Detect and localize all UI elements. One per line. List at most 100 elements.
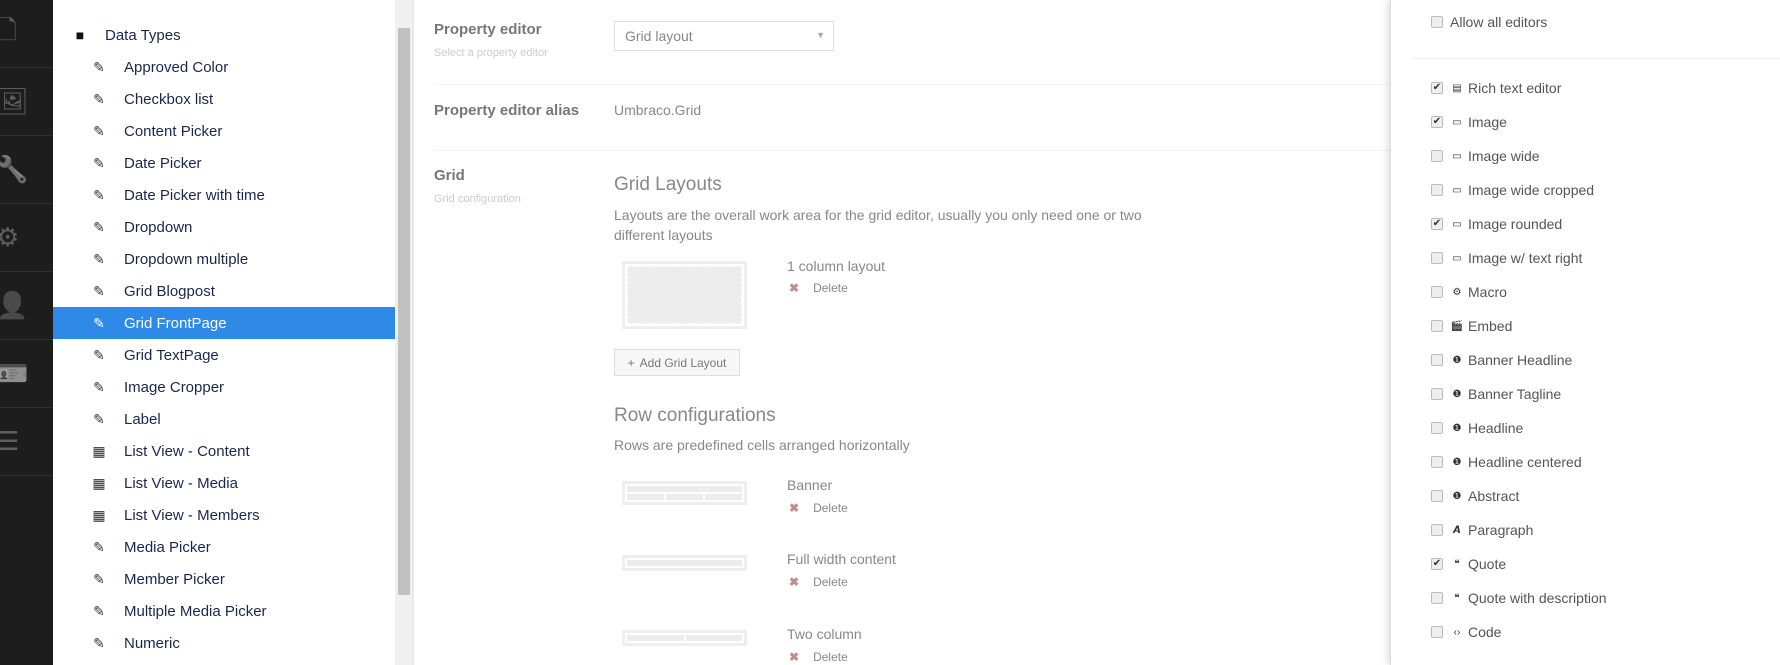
- checkbox[interactable]: [1431, 422, 1443, 434]
- section-image[interactable]: 🖼: [0, 68, 53, 136]
- editor-option[interactable]: ✔ ▭ Image: [1431, 114, 1507, 130]
- tree-item[interactable]: ✎ Date Picker with time: [53, 179, 395, 211]
- close-icon: ✖: [789, 575, 800, 589]
- checkbox[interactable]: [1431, 320, 1443, 332]
- tree-item[interactable]: ✎ Image Cropper: [53, 371, 395, 403]
- tree-item[interactable]: ✎ Date Picker: [53, 147, 395, 179]
- layout-thumbnail[interactable]: [622, 261, 747, 329]
- picture-icon: ▭: [1452, 218, 1462, 230]
- tree-item[interactable]: ✎ Multiple Media Picker: [53, 595, 395, 627]
- checkbox[interactable]: [1431, 592, 1443, 604]
- delete-layout-button[interactable]: ✖ Delete: [789, 281, 848, 295]
- editor-option[interactable]: ❶ Banner Tagline: [1431, 386, 1561, 402]
- row-thumbnail[interactable]: [622, 481, 747, 505]
- row-thumbnail[interactable]: [622, 555, 747, 571]
- tree-item[interactable]: ✎ Label: [53, 403, 395, 435]
- row-configurations-description: Rows are predefined cells arranged horiz…: [614, 437, 910, 453]
- section-gear[interactable]: ⚙: [0, 204, 53, 272]
- tree-item[interactable]: ▦ List View - Content: [53, 435, 395, 467]
- delete-row-button[interactable]: ✖ Delete: [789, 575, 848, 589]
- add-grid-layout-button[interactable]: + Add Grid Layout: [614, 349, 740, 376]
- editor-option[interactable]: ⚙ Macro: [1431, 284, 1507, 300]
- datatype-icon: ✎: [93, 250, 105, 267]
- editor-option[interactable]: ❶ Abstract: [1431, 488, 1519, 504]
- checkbox[interactable]: ✔: [1431, 116, 1443, 128]
- checkbox[interactable]: [1431, 456, 1443, 468]
- editor-option[interactable]: ✔ ▤ Rich text editor: [1431, 80, 1561, 96]
- tree-item-label: Date Picker with time: [124, 186, 265, 204]
- section-wrench[interactable]: 🔧: [0, 136, 53, 204]
- editor-option[interactable]: ❶ Headline centered: [1431, 454, 1582, 470]
- checkbox[interactable]: [1431, 388, 1443, 400]
- tree-item[interactable]: ▦ List View - Members: [53, 499, 395, 531]
- allow-all-editors[interactable]: Allow all editors: [1431, 14, 1547, 30]
- editor-option[interactable]: ▭ Image w/ text right: [1431, 250, 1582, 266]
- section-user[interactable]: 👤: [0, 272, 53, 340]
- row-name[interactable]: Banner: [787, 477, 832, 493]
- tree-item[interactable]: ▦ List View - Media: [53, 467, 395, 499]
- checkbox[interactable]: [1431, 490, 1443, 502]
- delete-label: Delete: [813, 501, 848, 515]
- editor-option[interactable]: 🎬 Embed: [1431, 318, 1512, 334]
- checkbox[interactable]: [1431, 184, 1443, 196]
- editor-label: Banner Tagline: [1468, 386, 1562, 402]
- section-document[interactable]: 🗋: [0, 0, 53, 68]
- checkbox[interactable]: [1431, 524, 1443, 536]
- section-forms[interactable]: ☰: [0, 408, 53, 476]
- tree-root-data-types[interactable]: ■ Data Types: [53, 19, 395, 51]
- editor-option[interactable]: ‹› Code: [1431, 624, 1501, 640]
- editor-option[interactable]: ❶ Headline: [1431, 420, 1523, 436]
- select-value: Grid layout: [625, 28, 693, 44]
- tree-item-label: Checkbox list: [124, 90, 214, 108]
- tree-item-label: Grid TextPage: [124, 346, 219, 364]
- checkbox[interactable]: ✔: [1431, 82, 1443, 94]
- checkbox[interactable]: [1431, 286, 1443, 298]
- editor-option[interactable]: ▭ Image wide cropped: [1431, 182, 1594, 198]
- tree-item[interactable]: ✎ Media Picker: [53, 531, 395, 563]
- tree-scrollbar[interactable]: [395, 0, 412, 665]
- tree-root-label: Data Types: [105, 26, 181, 44]
- property-editor-label: Property editor: [434, 21, 542, 38]
- tree-item[interactable]: ✎ Grid TextPage: [53, 339, 395, 371]
- row-name[interactable]: Full width content: [787, 551, 896, 567]
- editor-option[interactable]: 𝘼 Paragraph: [1431, 522, 1533, 538]
- checkbox[interactable]: [1431, 150, 1443, 162]
- tree-item[interactable]: ✎ Approved Color: [53, 51, 395, 83]
- checkbox[interactable]: ✔: [1431, 218, 1443, 230]
- editor-option[interactable]: ❶ Banner Headline: [1431, 352, 1572, 368]
- tree-item-label: Content Picker: [124, 122, 223, 140]
- tree-item[interactable]: ✎ Checkbox list: [53, 83, 395, 115]
- divider: [434, 84, 1390, 85]
- section-member-card[interactable]: 🪪: [0, 340, 53, 408]
- tree-item[interactable]: ✎ Grid Blogpost: [53, 275, 395, 307]
- property-editor-select[interactable]: Grid layout ▼: [614, 21, 834, 51]
- scrollbar-thumb[interactable]: [398, 28, 410, 595]
- add-grid-layout-label: Add Grid Layout: [639, 355, 727, 370]
- checkbox[interactable]: ✔: [1431, 558, 1443, 570]
- row-name[interactable]: Two column: [787, 626, 862, 642]
- editor-option[interactable]: ✔ ▭ Image rounded: [1431, 216, 1562, 232]
- editor-option[interactable]: ▭ Image wide: [1431, 148, 1540, 164]
- delete-row-button[interactable]: ✖ Delete: [789, 501, 848, 515]
- tree-item[interactable]: ✎ Grid FrontPage: [53, 307, 395, 339]
- grid-layouts-title: Grid Layouts: [614, 174, 722, 195]
- tree-item[interactable]: ✎ Content Picker: [53, 115, 395, 147]
- row-thumbnail[interactable]: [622, 630, 747, 646]
- tree-item[interactable]: ✎ Member Picker: [53, 563, 395, 595]
- tree-item[interactable]: ✎ Dropdown: [53, 211, 395, 243]
- checkbox[interactable]: [1431, 16, 1443, 28]
- datatype-icon: ✎: [93, 90, 105, 107]
- gear-icon: ⚙: [0, 222, 19, 253]
- layout-name[interactable]: 1 column layout: [787, 258, 885, 274]
- tree-item[interactable]: ✎ Dropdown multiple: [53, 243, 395, 275]
- tree-item[interactable]: ✎ Numeric: [53, 627, 395, 659]
- checkbox[interactable]: [1431, 354, 1443, 366]
- editor-option[interactable]: ❝ Quote with description: [1431, 590, 1607, 606]
- datatype-icon: ✎: [93, 154, 105, 171]
- quote-icon: ❝: [1454, 558, 1460, 570]
- checkbox[interactable]: [1431, 626, 1443, 638]
- checkbox[interactable]: [1431, 252, 1443, 264]
- editor-option[interactable]: ✔ ❝ Quote: [1431, 556, 1506, 572]
- close-icon: ✖: [789, 281, 800, 295]
- delete-row-button[interactable]: ✖ Delete: [789, 650, 848, 664]
